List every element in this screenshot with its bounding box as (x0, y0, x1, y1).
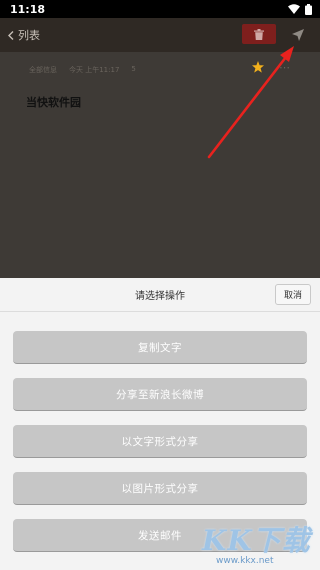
trash-icon (254, 28, 264, 40)
message-meta: 全部信息 今天 上午11:17 5 (29, 65, 136, 75)
sheet-header: 请选择操作 取消 (0, 278, 320, 312)
status-time: 11:18 (10, 2, 46, 16)
wifi-icon (288, 4, 300, 14)
copy-text-button[interactable]: 复制文字 (13, 331, 307, 364)
cancel-button[interactable]: 取消 (275, 284, 311, 305)
share-weibo-button[interactable]: 分享至新浪长微博 (13, 378, 307, 411)
share-as-image-button[interactable]: 以图片形式分享 (13, 472, 307, 505)
battery-icon (305, 3, 312, 15)
back-button[interactable]: 列表 (0, 27, 40, 43)
message-view: 全部信息 今天 上午11:17 5 ⋯ 当快软件园 (0, 52, 320, 278)
more-icon[interactable]: ⋯ (279, 61, 290, 74)
toolbar: 列表 (0, 18, 320, 52)
status-bar: 11:18 (0, 0, 320, 18)
back-label: 列表 (18, 29, 40, 42)
watermark: KK下载 www.kkx.net (202, 519, 318, 569)
star-icon[interactable] (252, 61, 264, 73)
share-as-text-button[interactable]: 以文字形式分享 (13, 425, 307, 458)
message-title: 当快软件园 (26, 96, 81, 109)
message-sender: 全部信息 (29, 66, 57, 74)
status-icons (288, 3, 312, 15)
message-time: 今天 上午11:17 (69, 66, 120, 74)
delete-button[interactable] (242, 24, 276, 44)
sheet-title: 请选择操作 (135, 291, 185, 302)
send-button[interactable] (289, 26, 307, 44)
chevron-left-icon (8, 30, 14, 40)
paper-plane-icon (292, 29, 304, 41)
message-extra: 5 (131, 65, 136, 73)
watermark-logo: KK下载 (202, 524, 311, 557)
